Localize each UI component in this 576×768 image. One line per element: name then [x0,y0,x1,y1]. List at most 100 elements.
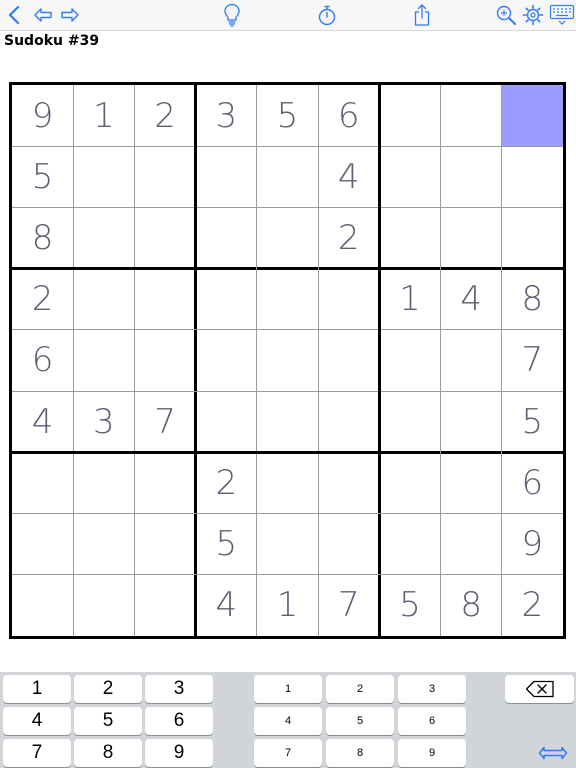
cell-r8-c5[interactable] [257,514,318,575]
cell-r9-c6[interactable]: 7 [318,575,379,636]
cell-r9-c4[interactable]: 4 [196,575,257,636]
cell-r9-c1[interactable] [12,575,73,636]
pencil-key-1[interactable]: 1 [254,675,322,703]
cell-r2-c9[interactable] [502,146,563,207]
cell-r5-c9[interactable]: 7 [502,330,563,391]
cell-r6-c1[interactable]: 4 [12,391,73,452]
cell-r8-c1[interactable] [12,514,73,575]
cell-r3-c7[interactable] [379,207,440,268]
cell-r5-c1[interactable]: 6 [12,330,73,391]
cell-r1-c3[interactable]: 2 [134,85,195,146]
cell-r7-c9[interactable]: 6 [502,452,563,513]
pencil-key-6[interactable]: 6 [398,707,466,735]
pencil-key-2[interactable]: 2 [326,675,394,703]
cell-r6-c5[interactable] [257,391,318,452]
cell-r6-c4[interactable] [196,391,257,452]
cell-r5-c2[interactable] [73,330,134,391]
cell-r1-c5[interactable]: 5 [257,85,318,146]
redo-arrow-icon[interactable] [59,2,81,28]
cell-r4-c6[interactable] [318,269,379,330]
cell-r2-c5[interactable] [257,146,318,207]
settings-gear-icon[interactable] [521,2,545,28]
cell-r9-c9[interactable]: 2 [502,575,563,636]
pencil-key-9[interactable]: 9 [398,739,466,767]
digit-key-6[interactable]: 6 [145,707,213,735]
digit-key-3[interactable]: 3 [145,675,213,703]
cell-r3-c1[interactable]: 8 [12,207,73,268]
cell-r1-c9[interactable] [501,85,563,147]
cell-r7-c2[interactable] [73,452,134,513]
backspace-button[interactable] [505,675,574,703]
cell-r9-c8[interactable]: 8 [441,575,502,636]
digit-key-7[interactable]: 7 [3,739,71,767]
cell-r4-c8[interactable]: 4 [441,269,502,330]
keyboard-icon[interactable] [548,2,575,28]
cell-r3-c8[interactable] [441,207,502,268]
cell-r4-c9[interactable]: 8 [502,269,563,330]
cell-r1-c1[interactable]: 9 [12,85,73,146]
cell-r6-c7[interactable] [379,391,440,452]
cell-r9-c2[interactable] [73,575,134,636]
cell-r1-c6[interactable]: 6 [318,85,379,146]
digit-key-9[interactable]: 9 [145,739,213,767]
cell-r9-c5[interactable]: 1 [257,575,318,636]
cell-r7-c8[interactable] [441,452,502,513]
cell-r6-c2[interactable]: 3 [73,391,134,452]
cell-r2-c2[interactable] [73,146,134,207]
swap-arrows-icon[interactable] [537,742,569,764]
cell-r9-c3[interactable] [134,575,195,636]
cell-r7-c5[interactable] [257,452,318,513]
pencil-key-3[interactable]: 3 [398,675,466,703]
cell-r5-c5[interactable] [257,330,318,391]
cell-r5-c7[interactable] [379,330,440,391]
cell-r6-c6[interactable] [318,391,379,452]
cell-r2-c8[interactable] [441,146,502,207]
digit-key-1[interactable]: 1 [3,675,71,703]
zoom-icon[interactable] [494,2,518,28]
back-chevron-icon[interactable] [4,2,24,28]
cell-r4-c7[interactable]: 1 [379,269,440,330]
cell-r4-c3[interactable] [134,269,195,330]
cell-r8-c3[interactable] [134,514,195,575]
cell-r8-c4[interactable]: 5 [196,514,257,575]
cell-r3-c4[interactable] [196,207,257,268]
cell-r4-c1[interactable]: 2 [12,269,73,330]
pencil-key-8[interactable]: 8 [326,739,394,767]
cell-r9-c7[interactable]: 5 [379,575,440,636]
cell-r2-c1[interactable]: 5 [12,146,73,207]
cell-r7-c1[interactable] [12,452,73,513]
cell-r3-c9[interactable] [502,207,563,268]
cell-r2-c6[interactable]: 4 [318,146,379,207]
cell-r5-c3[interactable] [134,330,195,391]
cell-r8-c8[interactable] [441,514,502,575]
digit-key-5[interactable]: 5 [74,707,142,735]
cell-r1-c4[interactable]: 3 [196,85,257,146]
cell-r4-c4[interactable] [196,269,257,330]
share-icon[interactable] [411,2,433,28]
cell-r2-c3[interactable] [134,146,195,207]
pencil-key-4[interactable]: 4 [254,707,322,735]
cell-r3-c2[interactable] [73,207,134,268]
cell-r6-c9[interactable]: 5 [502,391,563,452]
digit-key-4[interactable]: 4 [3,707,71,735]
cell-r2-c4[interactable] [196,146,257,207]
hint-lightbulb-icon[interactable] [221,2,243,28]
cell-r8-c2[interactable] [73,514,134,575]
cell-r7-c6[interactable] [318,452,379,513]
cell-r5-c8[interactable] [441,330,502,391]
cell-r8-c9[interactable]: 9 [502,514,563,575]
cell-r2-c7[interactable] [379,146,440,207]
cell-r8-c6[interactable] [318,514,379,575]
cell-r4-c2[interactable] [73,269,134,330]
digit-key-8[interactable]: 8 [74,739,142,767]
cell-r3-c6[interactable]: 2 [318,207,379,268]
cell-r6-c8[interactable] [441,391,502,452]
pencil-key-5[interactable]: 5 [326,707,394,735]
digit-key-2[interactable]: 2 [74,675,142,703]
cell-r5-c6[interactable] [318,330,379,391]
cell-r1-c8[interactable] [441,85,502,146]
timer-icon[interactable] [316,2,338,28]
cell-r7-c4[interactable]: 2 [196,452,257,513]
cell-r1-c2[interactable]: 1 [73,85,134,146]
cell-r3-c3[interactable] [134,207,195,268]
